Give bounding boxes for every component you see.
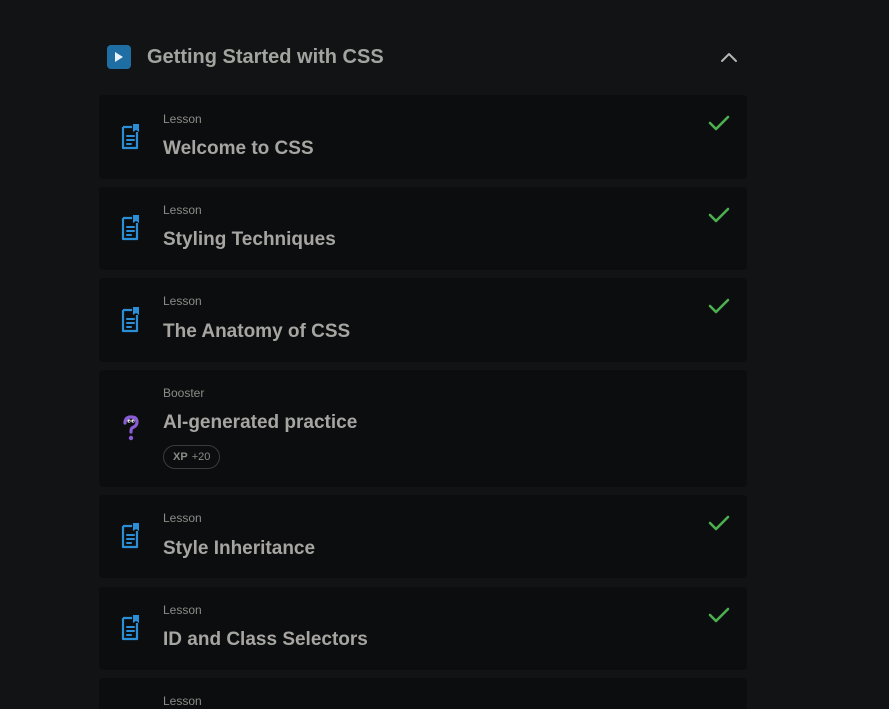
check-icon — [708, 515, 730, 531]
item-title: ID and Class Selectors — [163, 629, 368, 650]
check-icon — [708, 115, 730, 131]
item-title: The Anatomy of CSS — [163, 321, 351, 342]
item-type: Lesson — [163, 603, 202, 617]
check-icon — [708, 607, 730, 623]
list-item-anatomy-of-css[interactable]: Lesson The Anatomy of CSS — [99, 278, 747, 362]
check-icon — [708, 298, 730, 314]
document-icon — [121, 124, 139, 150]
xp-label: XP — [173, 451, 188, 463]
list-item-style-inheritance[interactable]: Lesson Style Inheritance — [99, 495, 747, 578]
document-icon — [121, 307, 139, 333]
list-item-welcome-to-css[interactable]: Lesson Welcome to CSS — [99, 95, 747, 179]
item-type: Lesson — [163, 694, 202, 708]
list-item-styling-techniques[interactable]: Lesson Styling Techniques — [99, 187, 747, 270]
document-icon — [121, 615, 139, 641]
list-item-id-and-class-selectors[interactable]: Lesson ID and Class Selectors — [99, 587, 747, 670]
collapse-button[interactable] — [713, 44, 745, 70]
chevron-up-icon — [721, 53, 737, 62]
item-type: Lesson — [163, 112, 202, 126]
xp-badge: XP +20 — [163, 445, 221, 469]
course-section: Getting Started with CSS Lesson Welcome … — [99, 0, 747, 709]
item-title: Welcome to CSS — [163, 138, 314, 159]
list-item-ai-generated-practice[interactable]: Booster AI-generated practice XP +20 — [99, 370, 747, 487]
item-title: AI-generated practice — [163, 412, 358, 433]
play-icon — [107, 45, 131, 69]
question-mark-icon — [123, 415, 139, 441]
item-title: Styling Techniques — [163, 229, 336, 250]
item-type: Booster — [163, 386, 205, 400]
section-header[interactable]: Getting Started with CSS — [99, 0, 747, 95]
document-icon — [121, 215, 139, 241]
list-item-lesson-partial[interactable]: Lesson — [99, 678, 747, 709]
check-icon — [708, 207, 730, 223]
document-icon — [121, 523, 139, 549]
section-title: Getting Started with CSS — [147, 46, 384, 68]
item-type: Lesson — [163, 511, 202, 525]
item-type: Lesson — [163, 294, 202, 308]
xp-value: +20 — [191, 451, 211, 463]
item-title: Style Inheritance — [163, 538, 316, 559]
item-type: Lesson — [163, 203, 202, 217]
